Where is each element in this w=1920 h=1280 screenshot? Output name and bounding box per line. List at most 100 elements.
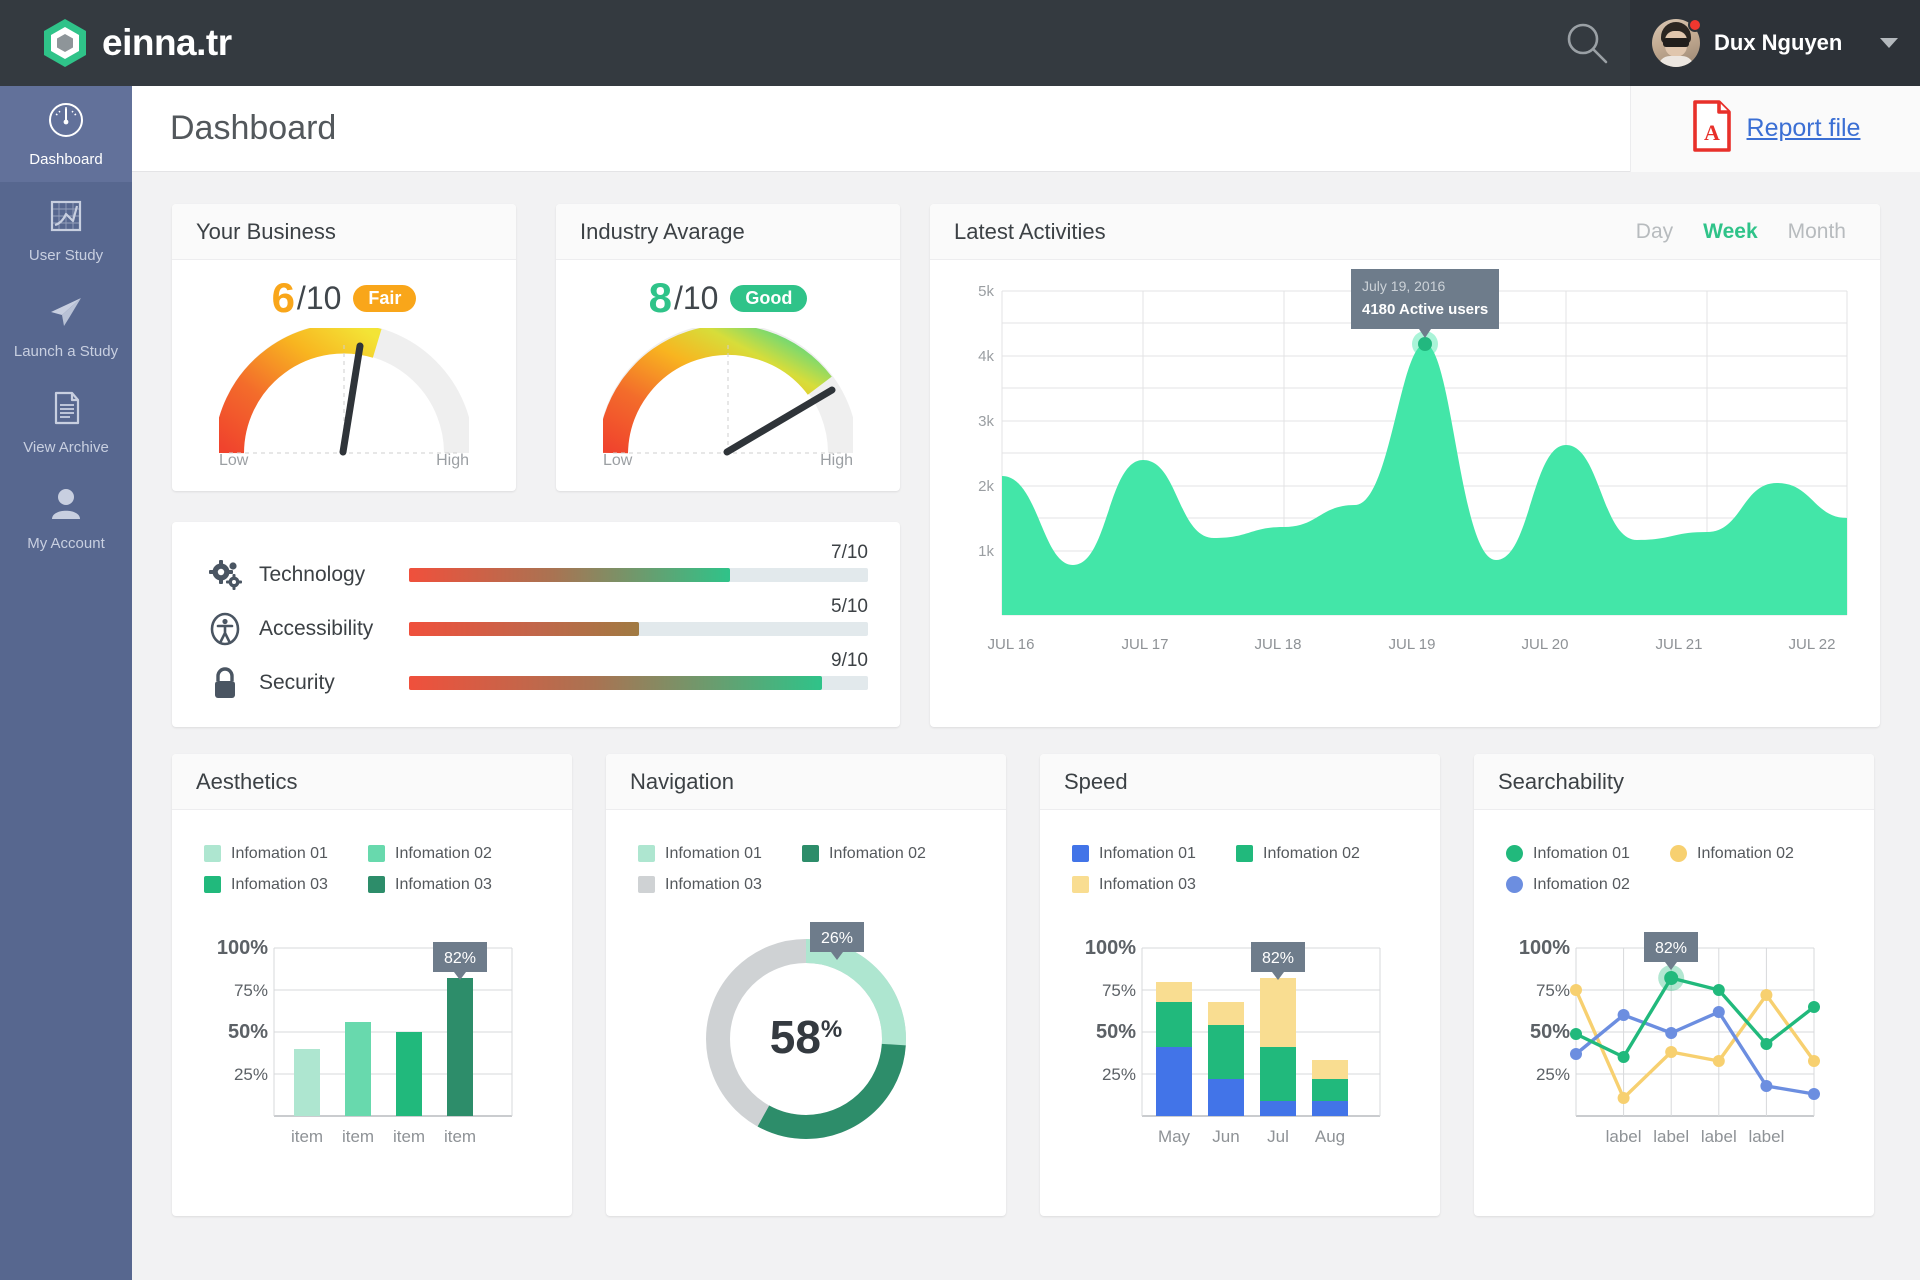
legend-swatch bbox=[1072, 876, 1089, 893]
metric-progress-bar: 9/10 bbox=[409, 676, 868, 690]
legend-label: Infomation 03 bbox=[665, 876, 762, 894]
brand[interactable]: einna.tr bbox=[0, 18, 232, 68]
metric-progress-fill bbox=[409, 676, 822, 690]
search-icon[interactable] bbox=[1544, 0, 1630, 86]
y-tick-label: 3k bbox=[978, 413, 994, 430]
chart-legend: Infomation 01 Infomation 02 Infomation 0… bbox=[606, 810, 966, 900]
card-header: Industry Avarage bbox=[556, 204, 900, 260]
legend-item[interactable]: Infomation 03 bbox=[368, 869, 532, 900]
legend-item[interactable]: Infomation 01 bbox=[204, 838, 368, 869]
bar bbox=[294, 1049, 320, 1116]
aesthetics-bar-chart[interactable]: 100% 75% 50% 25% bbox=[202, 904, 542, 1154]
legend-item[interactable]: Infomation 01 bbox=[1506, 838, 1670, 869]
bar-segment bbox=[1156, 1047, 1192, 1116]
searchability-line-chart[interactable]: 100% 75% 50% 25% bbox=[1504, 904, 1844, 1154]
chevron-down-icon[interactable] bbox=[1880, 38, 1898, 48]
chart-icon bbox=[47, 197, 85, 240]
bar-segment bbox=[1260, 1101, 1296, 1116]
legend-item[interactable]: Infomation 03 bbox=[204, 869, 368, 900]
card-title: Aesthetics bbox=[196, 769, 298, 795]
metric-row-security: Security 9/10 bbox=[204, 656, 868, 710]
chart-legend: Infomation 01 Infomation 02 Infomation 0… bbox=[1474, 810, 1834, 900]
sidebar-item-my-account[interactable]: My Account bbox=[0, 470, 132, 566]
score-denominator: /10 bbox=[297, 280, 341, 317]
speed-stacked-bar-chart[interactable]: 100% 75% 50% 25% bbox=[1070, 904, 1410, 1154]
user-menu[interactable]: Dux Nguyen bbox=[1630, 0, 1920, 86]
y-tick-label: 50% bbox=[228, 1021, 268, 1043]
card-your-business: Your Business 6 /10 Fair bbox=[172, 204, 516, 491]
gauge-chart bbox=[219, 328, 469, 460]
legend-label: Infomation 03 bbox=[231, 876, 328, 894]
score-value: 6 bbox=[272, 274, 295, 322]
sidebar-item-label: Launch a Study bbox=[14, 343, 118, 360]
legend-swatch bbox=[1236, 845, 1253, 862]
legend-label: Infomation 01 bbox=[1099, 845, 1196, 863]
chart-tooltip: 82% bbox=[1644, 932, 1698, 970]
bar-segment bbox=[1312, 1101, 1348, 1116]
line-series-yellow bbox=[1576, 990, 1814, 1098]
x-tick-label: item bbox=[393, 1127, 425, 1146]
legend-item[interactable]: Infomation 01 bbox=[638, 838, 802, 869]
legend-swatch bbox=[368, 876, 385, 893]
legend-swatch bbox=[368, 845, 385, 862]
legend-item[interactable]: Infomation 03 bbox=[1072, 869, 1236, 900]
sidebar-item-dashboard[interactable]: Dashboard bbox=[0, 86, 132, 182]
x-tick-label: label bbox=[1701, 1127, 1737, 1146]
legend-item[interactable]: Infomation 02 bbox=[802, 838, 966, 869]
legend-item[interactable]: Infomation 01 bbox=[1072, 838, 1236, 869]
legend-item[interactable]: Infomation 03 bbox=[638, 869, 802, 900]
sidebar: Dashboard User Study Launch a Study bbox=[0, 86, 132, 1280]
card-header: Your Business bbox=[172, 204, 516, 260]
legend-swatch bbox=[638, 876, 655, 893]
x-tick-label: Aug bbox=[1315, 1127, 1345, 1146]
sidebar-item-view-archive[interactable]: View Archive bbox=[0, 374, 132, 470]
gauge-end-labels: Low High bbox=[603, 452, 853, 470]
sidebar-item-label: User Study bbox=[29, 247, 103, 264]
activities-area-chart[interactable]: 5k 4k 3k 2k 1k bbox=[930, 260, 1880, 725]
legend-label: Infomation 02 bbox=[1533, 876, 1630, 894]
data-points bbox=[1570, 965, 1820, 1104]
page-title: Dashboard bbox=[132, 109, 336, 148]
tab-day[interactable]: Day bbox=[1636, 220, 1673, 244]
report-file-button[interactable]: A Report file bbox=[1630, 86, 1920, 172]
user-name: Dux Nguyen bbox=[1714, 30, 1842, 56]
legend-swatch bbox=[638, 845, 655, 862]
svg-text:A: A bbox=[1704, 120, 1720, 145]
legend-item[interactable]: Infomation 02 bbox=[1670, 838, 1834, 869]
x-tick-label: Jul bbox=[1267, 1127, 1289, 1146]
metric-progress-bar: 5/10 bbox=[409, 622, 868, 636]
metric-score: 5/10 bbox=[831, 596, 868, 618]
score-row: 6 /10 Fair bbox=[272, 274, 417, 322]
chart-tooltip: 82% bbox=[1251, 942, 1305, 980]
legend-item[interactable]: Infomation 02 bbox=[1236, 838, 1400, 869]
bar-segment bbox=[1312, 1079, 1348, 1101]
bar-series bbox=[294, 978, 473, 1116]
legend-item[interactable]: Infomation 02 bbox=[1506, 869, 1670, 900]
notification-badge bbox=[1688, 18, 1702, 32]
x-tick-label: JUL 21 bbox=[1656, 636, 1703, 653]
chart-area: 100% 75% 50% 25% bbox=[172, 900, 572, 1154]
brand-name: einna.tr bbox=[102, 22, 232, 64]
sidebar-item-launch-a-study[interactable]: Launch a Study bbox=[0, 278, 132, 374]
report-file-link[interactable]: Report file bbox=[1747, 114, 1861, 143]
navigation-donut-chart[interactable]: 58% 26% bbox=[636, 904, 976, 1154]
legend-label: Infomation 01 bbox=[1533, 845, 1630, 863]
tab-month[interactable]: Month bbox=[1788, 220, 1846, 244]
x-tick-label: JUL 17 bbox=[1122, 636, 1169, 653]
sidebar-item-user-study[interactable]: User Study bbox=[0, 182, 132, 278]
legend-label: Infomation 03 bbox=[1099, 876, 1196, 894]
x-tick-label: item bbox=[444, 1127, 476, 1146]
top-bar: einna.tr Dux Nguyen bbox=[0, 0, 1920, 86]
card-latest-activities: Latest Activities Day Week Month 5k 4k 3… bbox=[930, 204, 1880, 727]
accessibility-icon bbox=[204, 612, 247, 646]
gauge-icon bbox=[47, 101, 85, 144]
legend-item[interactable]: Infomation 02 bbox=[368, 838, 532, 869]
tab-week[interactable]: Week bbox=[1703, 220, 1757, 244]
bar bbox=[396, 1032, 422, 1116]
metric-label: Technology bbox=[247, 563, 403, 587]
tooltip-value: 82% bbox=[1262, 950, 1294, 967]
metric-progress-bar: 7/10 bbox=[409, 568, 868, 582]
area-series bbox=[1002, 344, 1847, 615]
card-title: Navigation bbox=[630, 769, 734, 795]
gauge-high-label: High bbox=[436, 452, 469, 470]
